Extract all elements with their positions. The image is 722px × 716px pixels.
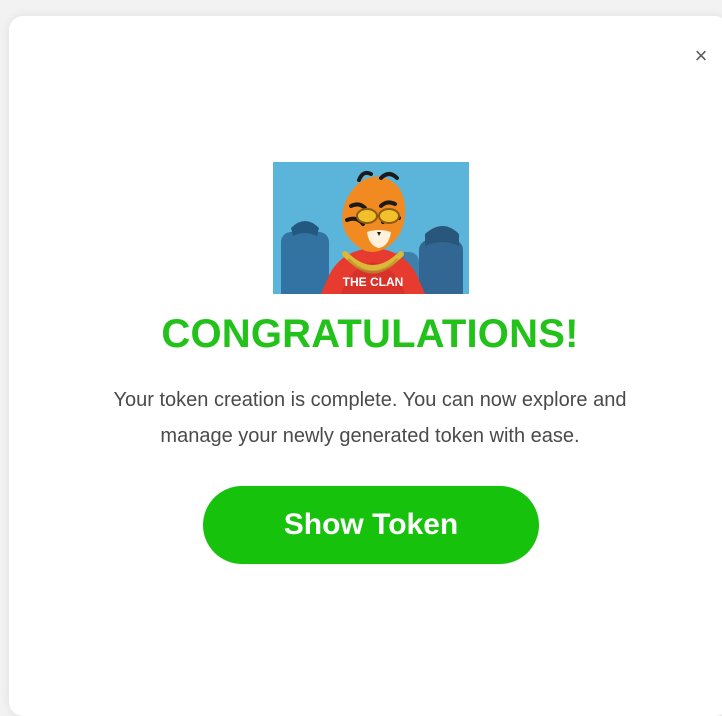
show-token-button[interactable]: Show Token bbox=[203, 486, 539, 564]
close-button[interactable]: × bbox=[689, 44, 713, 68]
completion-message: Your token creation is complete. You can… bbox=[9, 382, 722, 454]
completion-message-line-2: manage your newly generated token with e… bbox=[160, 425, 580, 447]
modal-dialog: × THE CLAN CONGRATULATIONS! Your token c… bbox=[9, 16, 722, 716]
completion-message-line-1: Your token creation is complete. You can… bbox=[113, 389, 627, 411]
tiger-illustration-svg: THE CLAN bbox=[273, 162, 469, 294]
close-icon: × bbox=[694, 43, 708, 68]
shirt-text: THE CLAN bbox=[343, 275, 404, 289]
tiger-nft-image: THE CLAN bbox=[273, 162, 469, 294]
congratulations-title: CONGRATULATIONS! bbox=[161, 312, 579, 356]
